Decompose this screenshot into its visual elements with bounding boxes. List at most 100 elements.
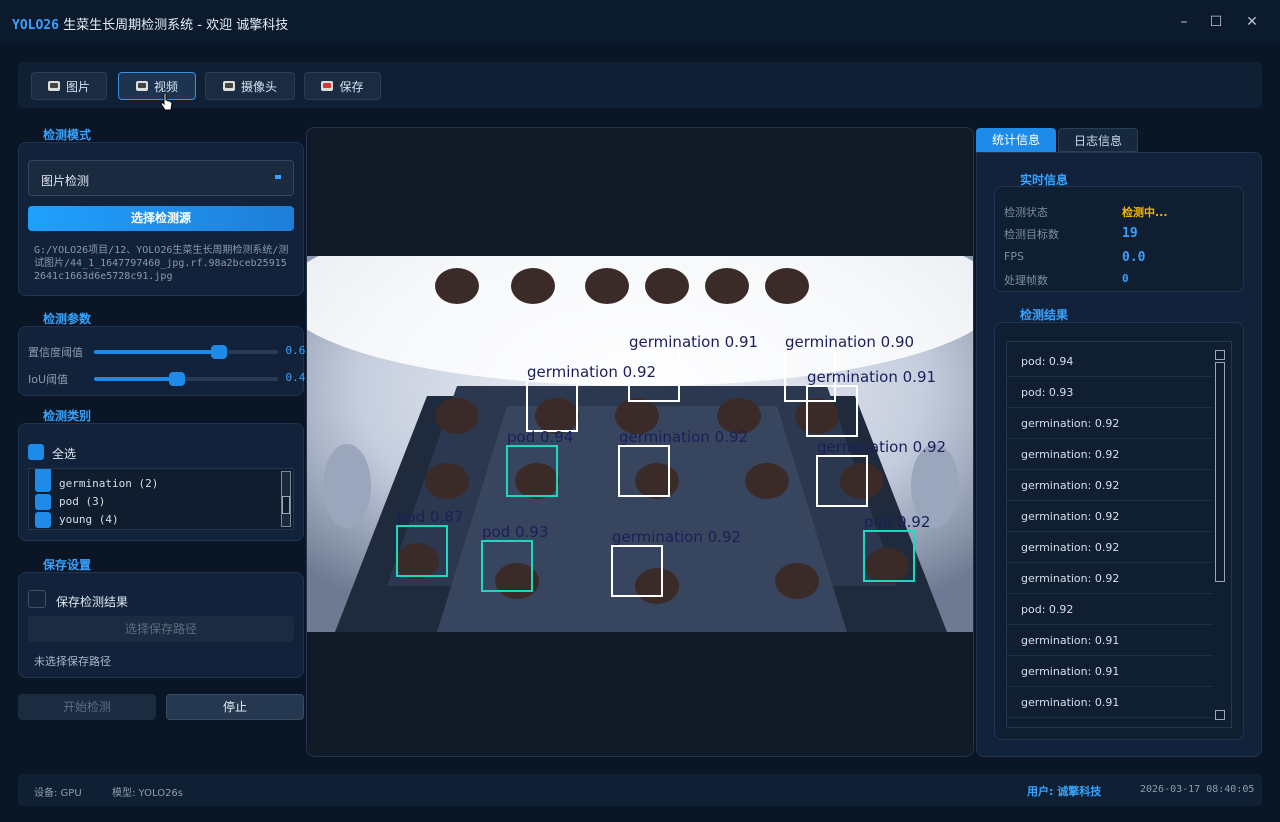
select-all-checkbox[interactable] <box>28 444 44 460</box>
results-section-title: 检测结果 <box>1020 308 1069 322</box>
detection-status-label: 检测状态 <box>1004 206 1048 219</box>
detection-label: germination 0.91 <box>807 368 936 386</box>
detection-label: germination 0.92 <box>817 438 946 456</box>
result-item[interactable]: germination: 0.92 <box>1007 408 1213 439</box>
result-item[interactable]: germination: 0.92 <box>1007 501 1213 532</box>
result-item[interactable]: germination: 0.91 <box>1007 687 1213 718</box>
results-scroll-thumb[interactable] <box>1215 362 1225 582</box>
select-source-button[interactable]: 选择检测源 <box>28 206 294 231</box>
image-viewer: germination 0.91 germination 0.90 germinat… <box>306 127 974 757</box>
title-bar: YOLO26 生菜生长周期检测系统 - 欢迎 诚擎科技 – ☐ ✕ <box>0 0 1280 44</box>
plant-pot <box>865 548 909 584</box>
result-item[interactable]: pod: 0.92 <box>1007 594 1213 625</box>
result-item[interactable]: pod: 0.94 <box>1007 346 1213 377</box>
results-scrollbar[interactable] <box>1215 350 1225 720</box>
mouse-cursor-icon <box>160 92 173 111</box>
detection-label: pod 0.92 <box>864 513 930 531</box>
detection-image: germination 0.91 germination 0.90 germinat… <box>307 256 973 632</box>
status-bar: 设备: GPU 模型: YOLO26s 用户: 诚擎科技 2026-03-17 … <box>18 774 1262 806</box>
iou-slider-thumb[interactable] <box>168 372 185 386</box>
start-detection-button[interactable]: 开始检测 <box>18 694 156 720</box>
result-item[interactable]: germination: 0.92 <box>1007 439 1213 470</box>
dropdown-indicator-icon <box>275 175 281 179</box>
iou-slider-row: IoU阈值 0.45 <box>28 368 312 388</box>
scroll-up-icon[interactable] <box>1215 350 1225 360</box>
processed-frames-value: 0 <box>1122 272 1129 285</box>
class-label: pod (3) <box>59 495 106 508</box>
maximize-button[interactable]: ☐ <box>1206 12 1226 32</box>
image-icon <box>47 81 60 91</box>
image-button-label: 图片 <box>65 79 90 94</box>
mode-select[interactable]: 图片检测 <box>28 160 294 196</box>
class-list-scroll-thumb[interactable] <box>282 496 290 514</box>
toolbar: 图片 视频 摄像头 保存 <box>18 62 1262 108</box>
plant-pot <box>585 268 629 304</box>
stop-button[interactable]: 停止 <box>166 694 304 720</box>
app-title-text: 生菜生长周期检测系统 - 欢迎 诚擎科技 <box>63 18 289 33</box>
target-count-value: 19 <box>1122 226 1138 241</box>
results-list: pod: 0.94 pod: 0.93 germination: 0.92 germi… <box>1006 341 1232 728</box>
select-all-label: 全选 <box>52 447 77 461</box>
window-title: YOLO26 生菜生长周期检测系统 - 欢迎 诚擎科技 <box>12 14 288 33</box>
plant-pot <box>435 268 479 304</box>
class-list-scrollbar[interactable] <box>281 471 291 527</box>
detection-label: pod 0.87 <box>397 508 463 526</box>
save-button[interactable]: 保存 <box>304 72 381 100</box>
minimize-button[interactable]: – <box>1174 12 1194 32</box>
device-info: 设备: GPU <box>34 788 82 799</box>
video-icon <box>135 81 148 91</box>
params-section-title: 检测参数 <box>43 312 92 326</box>
result-item[interactable]: germination: 0.92 <box>1007 532 1213 563</box>
class-checkbox[interactable] <box>35 476 51 492</box>
confidence-slider-thumb[interactable] <box>211 345 228 359</box>
result-item[interactable]: germination: 0.92 <box>1007 563 1213 594</box>
classes-section-title: 检测类别 <box>43 409 92 423</box>
detection-label: germination 0.91 <box>629 333 758 351</box>
choose-save-path-button[interactable]: 选择保存路径 <box>28 616 294 642</box>
confidence-slider[interactable] <box>94 345 278 359</box>
result-item[interactable]: germination: 0.92 <box>1007 470 1213 501</box>
result-item[interactable]: pod: 0.93 <box>1007 377 1213 408</box>
confidence-slider-row: 置信度阈值 0.68 <box>28 341 312 361</box>
iou-slider[interactable] <box>94 372 278 386</box>
close-button[interactable]: ✕ <box>1242 12 1262 32</box>
iou-slider-fill <box>94 377 177 381</box>
plant-pot <box>795 398 839 434</box>
result-item[interactable]: germination: 0.91 <box>1007 625 1213 656</box>
result-item[interactable]: germination: 0.91 <box>1007 656 1213 687</box>
camera-button[interactable]: 摄像头 <box>205 72 295 100</box>
mode-section-title: 检测模式 <box>43 128 92 142</box>
app-brand: YOLO26 <box>12 18 59 33</box>
class-label: germination (2) <box>59 477 159 490</box>
plant-pot <box>765 268 809 304</box>
video-button[interactable]: 视频 <box>118 72 196 100</box>
confidence-value: 0.68 <box>285 344 313 357</box>
iou-label: IoU阈值 <box>28 373 69 386</box>
scroll-down-icon[interactable] <box>1215 710 1225 720</box>
plant-pot <box>435 398 479 434</box>
detection-label: germination 0.92 <box>527 363 656 381</box>
plant-pot <box>635 568 679 604</box>
detection-label: pod 0.94 <box>507 428 573 446</box>
detection-status-value: 检测中... <box>1122 206 1168 219</box>
plant-pot <box>395 543 439 579</box>
plant-pot <box>425 463 469 499</box>
plant-pot <box>745 463 789 499</box>
save-path-status: 未选择保存路径 <box>34 655 111 668</box>
class-checkbox[interactable] <box>35 512 51 528</box>
plant-pot <box>645 268 689 304</box>
camera-button-label: 摄像头 <box>240 79 277 94</box>
confidence-slider-fill <box>94 350 220 354</box>
save-results-checkbox[interactable] <box>28 590 46 608</box>
image-button[interactable]: 图片 <box>31 72 107 100</box>
iou-value: 0.45 <box>285 371 313 384</box>
tab-log[interactable]: 日志信息 <box>1058 128 1138 152</box>
plant-pot <box>511 268 555 304</box>
confidence-label: 置信度阈值 <box>28 346 83 359</box>
plant-pot <box>705 268 749 304</box>
camera-icon <box>222 81 235 91</box>
detection-label: germination 0.92 <box>619 428 748 446</box>
tab-stats[interactable]: 统计信息 <box>976 128 1056 152</box>
class-checkbox[interactable] <box>35 494 51 510</box>
save-results-label: 保存检测结果 <box>56 595 129 609</box>
